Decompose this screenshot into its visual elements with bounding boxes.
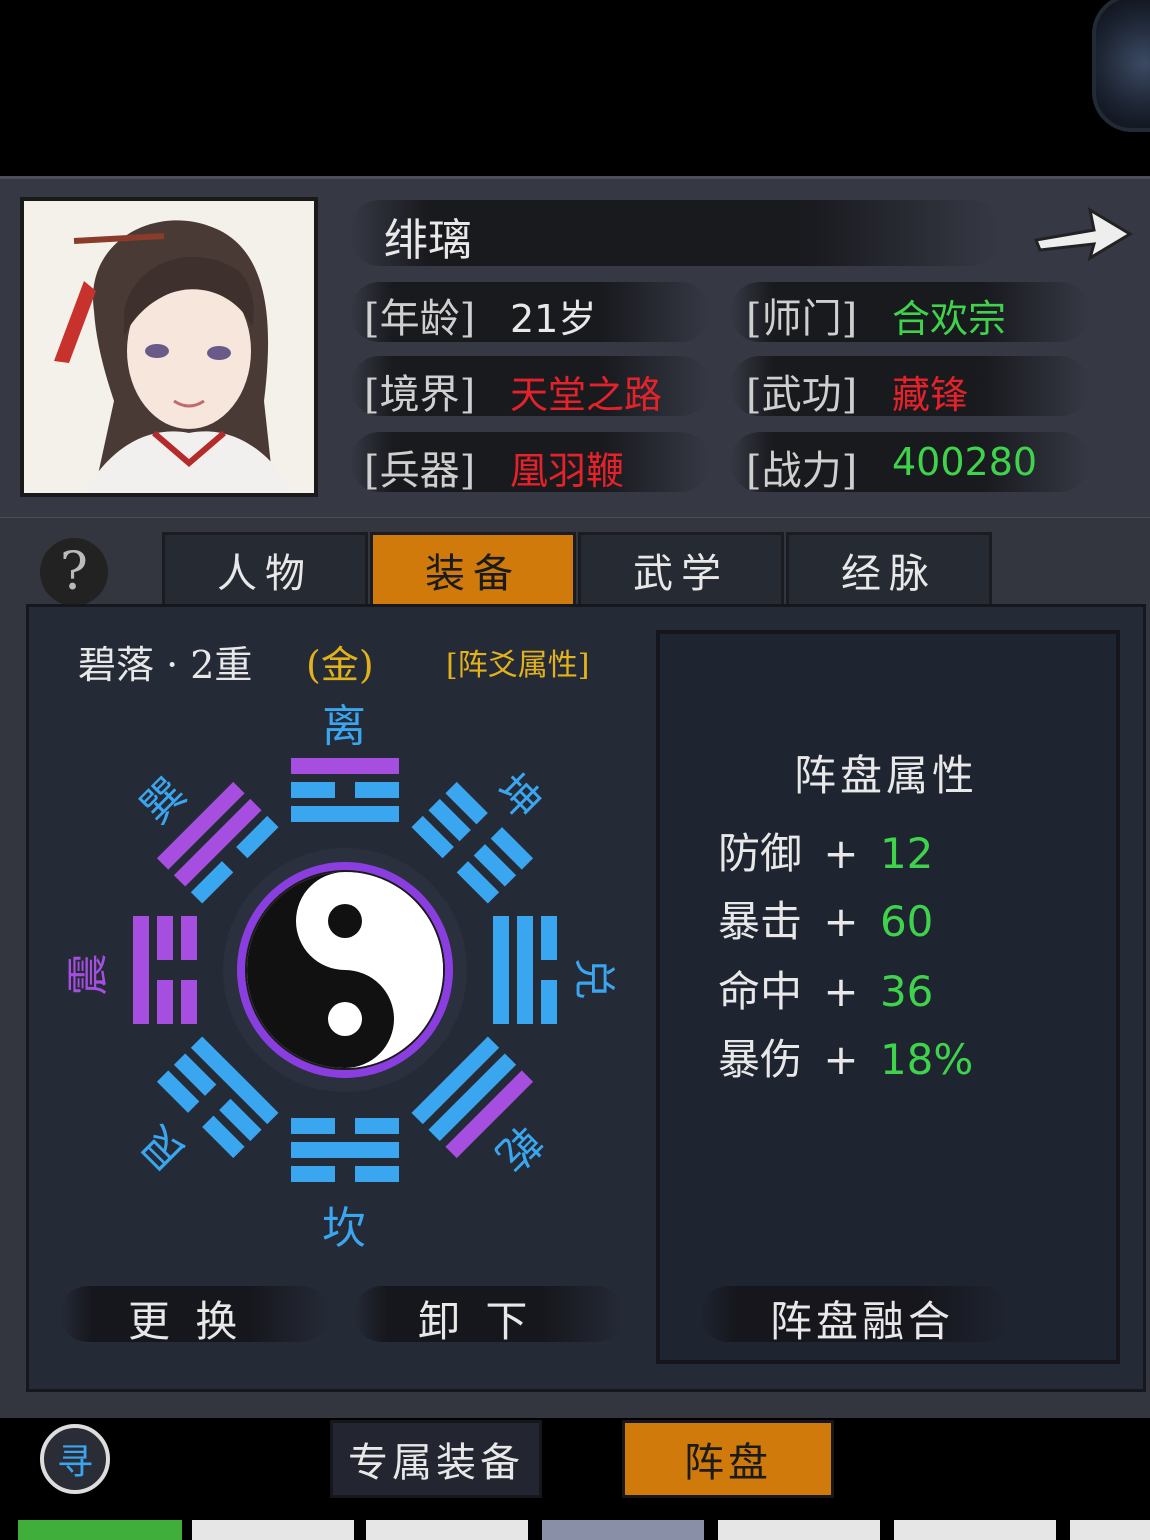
slot-item[interactable] [542, 1520, 704, 1540]
slot-item[interactable] [894, 1520, 1056, 1540]
portrait-illustration [24, 201, 314, 493]
attr-row-crit-damage: 暴伤 + 18% [718, 1026, 973, 1087]
tab-exclusive-equipment[interactable]: 专属装备 [330, 1420, 542, 1498]
character-portrait [20, 197, 318, 497]
attr-value: 60 [879, 897, 934, 946]
trigram-li [291, 758, 399, 822]
stat-label-power: [战力] [746, 448, 858, 494]
tab-formation-disk[interactable]: 阵盘 [622, 1420, 834, 1498]
attr-plus: + [823, 897, 859, 946]
stat-value-realm: 天堂之路 [510, 373, 663, 417]
bagua-diagram [133, 758, 557, 1182]
tab-equipment[interactable]: 装备 [370, 532, 576, 608]
formation-attr-link[interactable]: [阵爻属性] [446, 640, 589, 684]
trigram-kan [291, 1118, 399, 1182]
trigram-dui [493, 916, 557, 1024]
stat-label-weapon: [兵器] [364, 448, 476, 494]
attr-plus: + [823, 1035, 859, 1084]
attr-plus: + [823, 967, 859, 1016]
attr-value: 12 [879, 829, 934, 878]
replace-button[interactable]: 更 换 [128, 1288, 243, 1349]
attr-label: 暴击 [718, 897, 803, 946]
help-icon[interactable]: ? [40, 538, 108, 606]
attr-label: 防御 [718, 829, 803, 878]
attr-value: 36 [879, 967, 934, 1016]
attribute-title: 阵盘属性 [794, 751, 979, 800]
corner-ornament [1092, 0, 1150, 132]
yin-yang-icon [247, 872, 443, 1068]
stat-label-age: [年龄] [364, 296, 476, 342]
stat-value-power: 400280 [892, 440, 1038, 484]
slot-item[interactable] [718, 1520, 880, 1540]
tab-martial-arts[interactable]: 武学 [578, 532, 784, 608]
stat-label-sect: [师门] [746, 296, 858, 342]
attr-row-defense: 防御 + 12 [718, 820, 933, 881]
slot-item[interactable] [366, 1520, 528, 1540]
search-icon[interactable]: 寻 [40, 1424, 110, 1494]
unequip-button[interactable]: 卸 下 [418, 1288, 533, 1349]
character-name: 绯璃 [384, 215, 472, 266]
fuse-button[interactable]: 阵盘融合 [770, 1288, 954, 1349]
stat-value-martial: 藏锋 [892, 373, 969, 417]
trigram-label-li: 离 [322, 701, 366, 752]
trigram-zhen [133, 916, 197, 1024]
stat-label-martial: [武功] [746, 372, 858, 418]
attr-plus: + [823, 829, 859, 878]
attr-label: 暴伤 [718, 1035, 803, 1084]
tab-character[interactable]: 人物 [162, 532, 368, 608]
arrow-right-icon[interactable] [1032, 200, 1134, 264]
stat-value-weapon: 凰羽鞭 [510, 449, 625, 493]
trigram-label-dui: 兑 [569, 957, 619, 1000]
attr-label: 命中 [718, 967, 803, 1016]
trigram-label-kan: 坎 [322, 1203, 366, 1254]
attr-value: 18% [879, 1035, 974, 1084]
attr-row-accuracy: 命中 + 36 [718, 958, 933, 1019]
slot-item[interactable] [1070, 1520, 1150, 1540]
stat-value-sect: 合欢宗 [892, 297, 1007, 341]
stat-label-realm: [境界] [364, 372, 476, 418]
trigram-label-zhen: 震 [63, 953, 113, 996]
tab-meridians[interactable]: 经脉 [786, 532, 992, 608]
attr-row-crit: 暴击 + 60 [718, 888, 933, 949]
slot-item[interactable] [192, 1520, 354, 1540]
slot-item[interactable] [18, 1520, 182, 1540]
stat-value-age: 21岁 [510, 297, 597, 341]
